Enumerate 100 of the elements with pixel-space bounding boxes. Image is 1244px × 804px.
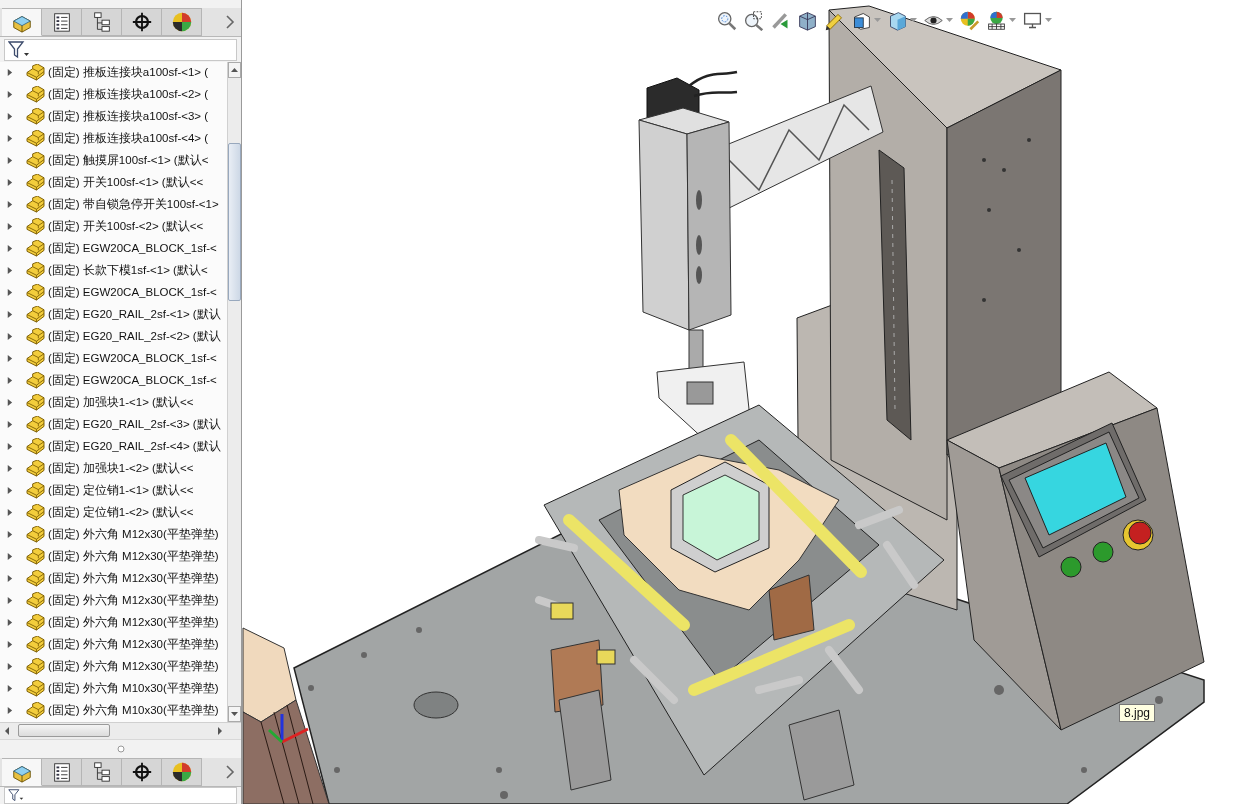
filter-field[interactable] [4,39,237,61]
clamp-block [596,649,616,665]
filter-field[interactable] [4,787,237,804]
tree-item-label[interactable]: (固定) 定位销1-<1> (默认<< [48,483,194,499]
tree-item-label[interactable]: (固定) EG20_RAIL_2sf-<1> (默认 [48,307,221,323]
expand-arrow-icon[interactable] [6,201,13,209]
tree-item-label[interactable]: (固定) 推板连接块a100sf-<4> ( [48,131,209,147]
expand-arrow-icon[interactable] [6,707,13,715]
tree-item-label[interactable]: (固定) 推板连接块a100sf-<1> ( [48,65,209,81]
part-icon [26,438,45,456]
panel-tab[interactable] [162,757,202,787]
expand-arrow-icon[interactable] [6,641,13,649]
tree-item-label[interactable]: (固定) EG20_RAIL_2sf-<3> (默认 [48,417,221,433]
panel-tab[interactable] [122,757,162,787]
expand-arrow-icon[interactable] [6,421,13,429]
expand-arrow-icon[interactable] [6,377,13,385]
expand-arrow-icon[interactable] [6,619,13,627]
expand-arrow-icon[interactable] [6,311,13,319]
caret-icon[interactable] [910,18,917,23]
expand-arrow-icon[interactable] [6,267,13,275]
panel-tab[interactable] [162,8,202,37]
tree-item-label[interactable]: (固定) 外六角 M10x30(平垫弹垫) [48,703,219,719]
color-sphere-pencil-icon[interactable] [959,10,980,31]
expand-arrow-icon[interactable] [6,157,13,165]
expand-arrow-icon[interactable] [6,113,13,121]
tree-item-label[interactable]: (固定) 定位销1-<2> (默认<< [48,505,194,521]
expand-arrow-icon[interactable] [6,355,13,363]
part-icon [26,108,45,126]
tree-item-label[interactable]: (固定) 带自锁急停开关100sf-<1> [48,197,219,213]
expand-arrow-icon[interactable] [6,223,13,231]
tree-item-label[interactable]: (固定) EGW20CA_BLOCK_1sf-< [48,285,217,301]
tree-item-label[interactable]: (固定) 外六角 M12x30(平垫弹垫) [48,549,219,565]
panel-tab[interactable] [42,8,82,37]
switch-knob [1092,541,1114,563]
tree-item-label[interactable]: (固定) 外六角 M12x30(平垫弹垫) [48,593,219,609]
tree-item-label[interactable]: (固定) 外六角 M10x30(平垫弹垫) [48,681,219,697]
tree-item-label[interactable]: (固定) 外六角 M12x30(平垫弹垫) [48,637,219,653]
expand-arrow-icon[interactable] [6,531,13,539]
chevron-right-icon[interactable] [225,764,235,781]
shaded-cube-icon[interactable] [887,10,908,31]
crosshair-icon [130,761,153,784]
expand-arrow-icon[interactable] [6,135,13,143]
tree-item-label[interactable]: (固定) 推板连接块a100sf-<2> ( [48,87,209,103]
expand-arrow-icon[interactable] [6,465,13,473]
tree-item-label[interactable]: (固定) EGW20CA_BLOCK_1sf-< [48,373,217,389]
tree-item-label[interactable]: (固定) 外六角 M12x30(平垫弹垫) [48,615,219,631]
expand-arrow-icon[interactable] [6,509,13,517]
scene-sphere-icon[interactable] [986,10,1007,31]
switch-knob [1060,556,1082,578]
tree-item-label[interactable]: (固定) 外六角 M12x30(平垫弹垫) [48,571,219,587]
part-icon [26,130,45,148]
panel-tab[interactable] [42,757,82,787]
expand-arrow-icon[interactable] [6,685,13,693]
tree-item-label[interactable]: (固定) 开关100sf-<2> (默认<< [48,219,204,235]
panel-tab[interactable] [82,757,122,787]
zoom-fit-icon[interactable] [716,10,737,31]
emergency-stop-knob [1122,519,1154,551]
expand-arrow-icon[interactable] [6,289,13,297]
scrollbar-thumb[interactable] [18,724,110,738]
tree-item-label[interactable]: (固定) 开关100sf-<1> (默认<< [48,175,204,191]
section-view-icon[interactable] [797,10,818,31]
scrollbar-thumb[interactable] [228,142,241,301]
panel-tab[interactable] [122,8,162,37]
mounting-hole [413,691,459,719]
filter-icon[interactable] [8,41,30,60]
tree-item-label[interactable]: (固定) EG20_RAIL_2sf-<4> (默认 [48,439,221,455]
tree-item-label[interactable]: (固定) 外六角 M12x30(平垫弹垫) [48,527,219,543]
view-cube-icon[interactable] [851,10,872,31]
tree-item-label[interactable]: (固定) 触摸屏100sf-<1> (默认< [48,153,209,169]
filter-icon[interactable] [8,789,24,803]
expand-arrow-icon[interactable] [6,69,13,77]
tree-item-label[interactable]: (固定) EGW20CA_BLOCK_1sf-< [48,351,217,367]
tree-item-label[interactable]: (固定) 长款下模1sf-<1> (默认< [48,263,208,279]
expand-arrow-icon[interactable] [6,179,13,187]
tree-item-label[interactable]: (固定) EG20_RAIL_2sf-<2> (默认 [48,329,221,345]
grip-icon[interactable] [116,744,125,753]
expand-arrow-icon[interactable] [6,443,13,451]
expand-arrow-icon[interactable] [6,597,13,605]
part-icon [26,196,45,214]
tree-item-label[interactable]: (固定) 加强块1-<1> (默认<< [48,395,194,411]
expand-arrow-icon[interactable] [6,487,13,495]
zoom-area-icon[interactable] [743,10,764,31]
tree-item-label[interactable]: (固定) 推板连接块a100sf-<3> ( [48,109,209,125]
scroll-up-icon[interactable] [228,61,241,78]
expand-arrow-icon[interactable] [6,575,13,583]
monitor-icon[interactable] [1022,10,1043,31]
expand-arrow-icon[interactable] [6,333,13,341]
tree-item-label[interactable]: (固定) 外六角 M12x30(平垫弹垫) [48,659,219,675]
chevron-right-icon[interactable] [225,14,235,31]
panel-tab[interactable] [82,8,122,37]
scroll-down-icon[interactable] [228,705,241,722]
expand-arrow-icon[interactable] [6,245,13,253]
color-sphere-icon [170,761,193,784]
expand-arrow-icon[interactable] [6,553,13,561]
expand-arrow-icon[interactable] [6,663,13,671]
expand-arrow-icon[interactable] [6,91,13,99]
tree-item-label[interactable]: (固定) EGW20CA_BLOCK_1sf-< [48,241,217,257]
previous-view-icon[interactable] [770,10,791,31]
tree-item-label[interactable]: (固定) 加强块1-<2> (默认<< [48,461,194,477]
expand-arrow-icon[interactable] [6,399,13,407]
